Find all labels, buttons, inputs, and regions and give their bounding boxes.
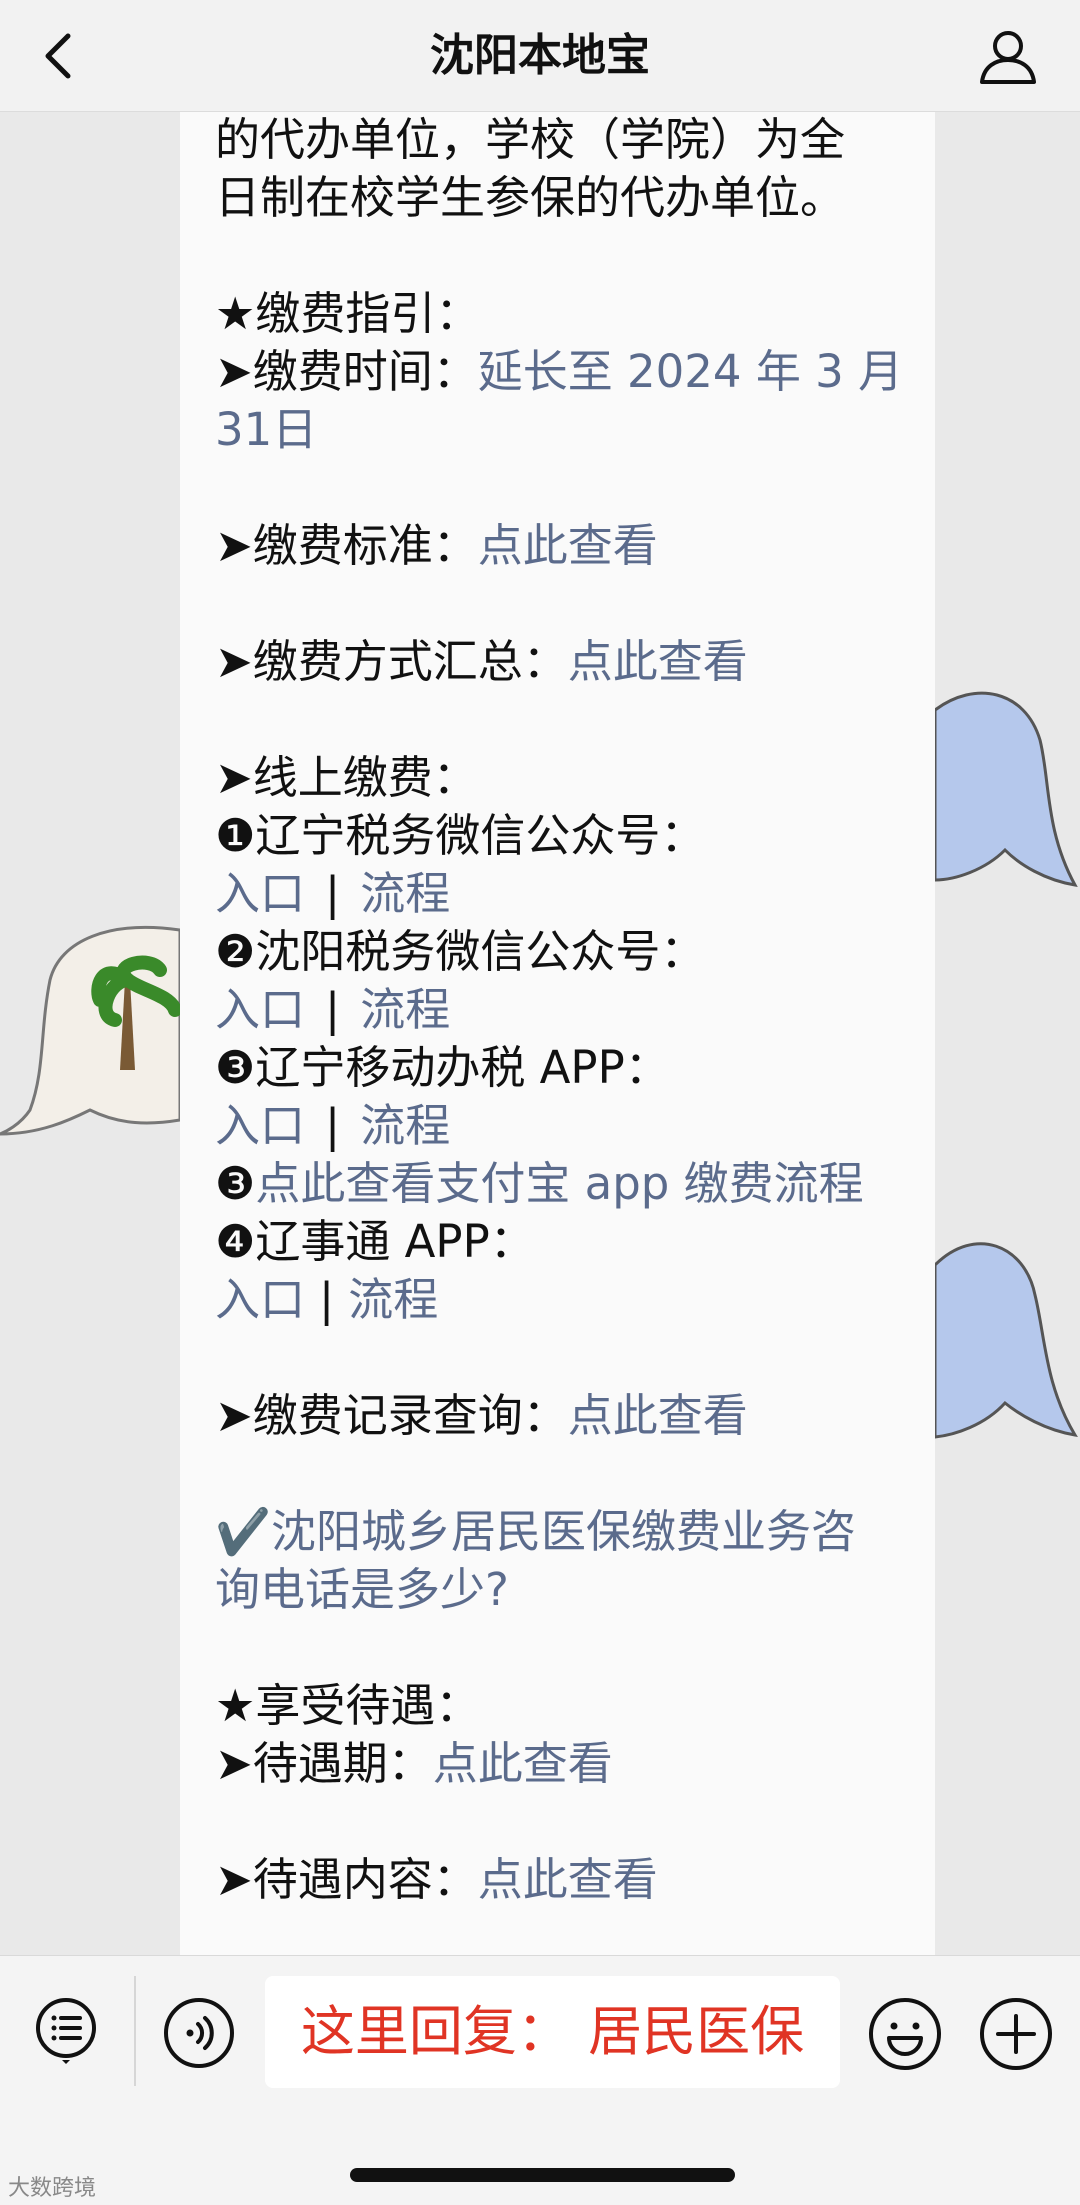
payment-standard-row: ➤缴费标准：点此查看 (215, 519, 658, 572)
alipay-row: ❸点此查看支付宝 app 缴费流程 (215, 1157, 864, 1210)
payment-time-value: 31日 (215, 403, 318, 456)
channel-label: ❶辽宁税务微信公众号： (215, 809, 706, 862)
menu-icon[interactable] (32, 1996, 100, 2064)
waiting-period-row: ➤待遇期：点此查看 (215, 1737, 613, 1790)
channel-label: ❹辽事通 APP： (215, 1215, 535, 1268)
faq-link[interactable]: ✔️沈阳城乡居民医保缴费业务咨 (215, 1503, 915, 1561)
payment-methods-row: ➤缴费方式汇总：点此查看 (215, 635, 748, 688)
profile-icon[interactable] (976, 24, 1040, 88)
faq-link[interactable]: 询电话是多少? (215, 1561, 915, 1619)
section-heading: ★享受待遇： (215, 1679, 481, 1732)
payment-time-row: ➤缴费时间：延长至 2024 年 3 月 (215, 345, 904, 398)
channel-label: ❸辽宁移动办税 APP： (215, 1041, 670, 1094)
top-nav: 沈阳本地宝 (0, 0, 1080, 112)
entry-link[interactable]: 入口 (215, 1273, 305, 1326)
view-link[interactable]: 点此查看 (478, 519, 658, 572)
screen: 沈阳本地宝 的代办单位，学校（学院）为全 日制在校学生参保的代办单位。 ★缴费指… (0, 0, 1080, 2205)
record-query-row: ➤缴费记录查询：点此查看 (215, 1389, 748, 1442)
section-heading: ★缴费指引： (215, 287, 481, 340)
voice-icon[interactable] (162, 1996, 236, 2070)
channel-links: 入口 | 流程 (215, 983, 451, 1036)
flow-link[interactable]: 流程 (360, 983, 450, 1036)
divider (134, 1976, 136, 2086)
intro-text: 日制在校学生参保的代办单位。 (215, 171, 846, 224)
alipay-flow-link[interactable]: 点此查看支付宝 app 缴费流程 (255, 1157, 863, 1210)
article-body: 的代办单位，学校（学院）为全 日制在校学生参保的代办单位。 ★缴费指引： ➤缴费… (180, 112, 935, 1955)
flow-link[interactable]: 流程 (360, 1099, 450, 1152)
view-link[interactable]: 点此查看 (478, 1853, 658, 1906)
watermark: 大数跨境 (8, 2176, 97, 2201)
view-link[interactable]: 点此查看 (568, 635, 748, 688)
payment-time-value: 延长至 2024 年 3 月 (477, 345, 904, 398)
flow-link[interactable]: 流程 (348, 1273, 438, 1326)
home-indicator[interactable] (350, 2168, 735, 2182)
decorative-bubble-right-top (935, 691, 1078, 887)
channel-links: 入口 | 流程 (215, 1099, 451, 1152)
decorative-bubble-right-bottom (935, 1242, 1078, 1439)
benefit-content-row: ➤待遇内容：点此查看 (215, 1853, 658, 1906)
page-title: 沈阳本地宝 (430, 30, 650, 81)
decorative-bubble-left (0, 925, 180, 1136)
view-link[interactable]: 点此查看 (433, 1737, 613, 1790)
flow-link[interactable]: 流程 (360, 867, 450, 920)
entry-link[interactable]: 入口 (215, 867, 305, 920)
intro-text: 的代办单位，学校（学院）为全 (215, 113, 846, 166)
channel-label: ❷沈阳税务微信公众号： (215, 925, 706, 978)
online-payment-heading: ➤线上缴费： (215, 751, 478, 804)
reply-hint-input[interactable]: 这里回复： 居民医保 (265, 1976, 840, 2088)
entry-link[interactable]: 入口 (215, 983, 305, 1036)
article-text: 的代办单位，学校（学院）为全 日制在校学生参保的代办单位。 ★缴费指引： ➤缴费… (215, 112, 915, 1909)
plus-icon[interactable] (978, 1996, 1054, 2072)
view-link[interactable]: 点此查看 (568, 1389, 748, 1442)
entry-link[interactable]: 入口 (215, 1099, 305, 1152)
channel-links: 入口 | 流程 (215, 867, 451, 920)
channel-links: 入口 | 流程 (215, 1273, 439, 1326)
emoji-icon[interactable] (867, 1996, 943, 2072)
